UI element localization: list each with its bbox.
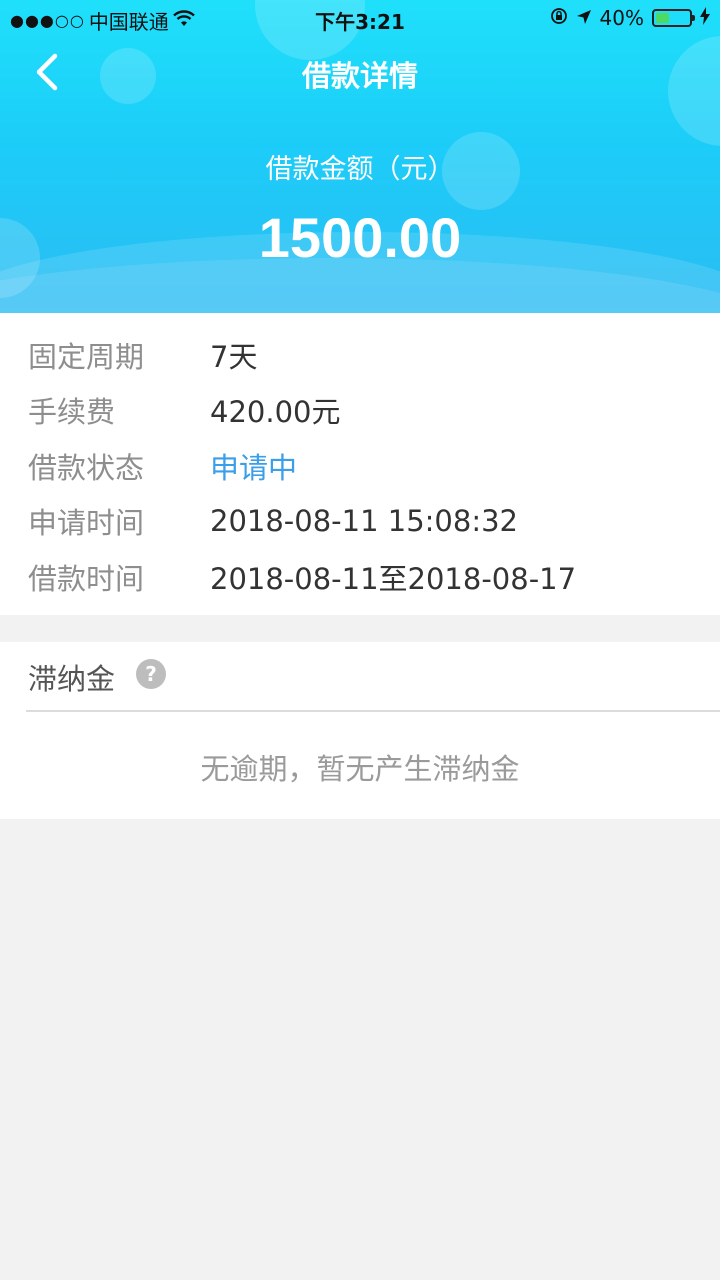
detail-row-period: 固定周期 7天 xyxy=(0,327,720,383)
rotation-lock-icon xyxy=(550,6,568,30)
detail-label: 借款时间 xyxy=(28,562,145,596)
detail-value: 7天 xyxy=(210,340,258,374)
detail-value: 2018-08-11至2018-08-17 xyxy=(210,562,577,596)
detail-row-loan-period: 借款时间 2018-08-11至2018-08-17 xyxy=(0,549,720,605)
amount-label: 借款金额（元） xyxy=(265,154,455,185)
detail-label: 申请时间 xyxy=(28,506,145,540)
detail-row-status: 借款状态 申请中 xyxy=(0,438,720,494)
late-fee-card: 滞纳金 ? 无逾期，暂无产生滞纳金 xyxy=(0,642,720,819)
battery-icon xyxy=(652,9,695,27)
help-icon[interactable]: ? xyxy=(136,659,166,689)
status-badge: 申请中 xyxy=(210,451,298,485)
late-fee-note: 无逾期，暂无产生滞纳金 xyxy=(200,752,520,786)
battery-fill xyxy=(656,13,669,23)
detail-row-apply-time: 申请时间 2018-08-11 15:08:32 xyxy=(0,493,720,549)
detail-label: 固定周期 xyxy=(28,340,145,374)
charging-bolt-icon xyxy=(700,6,710,30)
detail-value: 420.00元 xyxy=(210,395,341,429)
page-title: 借款详情 xyxy=(301,59,418,93)
battery-percent: 40% xyxy=(599,6,644,30)
header-banner: ●●●○○ 中国联通 下午3:21 40% 借款详情 借款金额（元） 1500.… xyxy=(0,0,720,313)
location-arrow-icon xyxy=(576,6,592,30)
detail-label: 借款状态 xyxy=(28,451,145,485)
detail-value: 2018-08-11 15:08:32 xyxy=(210,504,518,538)
detail-row-fee: 手续费 420.00元 xyxy=(0,382,720,438)
amount-value: 1500.00 xyxy=(258,206,462,269)
loan-details-card: 固定周期 7天 手续费 420.00元 借款状态 申请中 申请时间 2018-0… xyxy=(0,313,720,615)
late-fee-title: 滞纳金 xyxy=(28,662,116,696)
divider xyxy=(26,710,720,712)
detail-label: 手续费 xyxy=(28,395,116,429)
status-bar: ●●●○○ 中国联通 下午3:21 40% xyxy=(0,0,720,38)
